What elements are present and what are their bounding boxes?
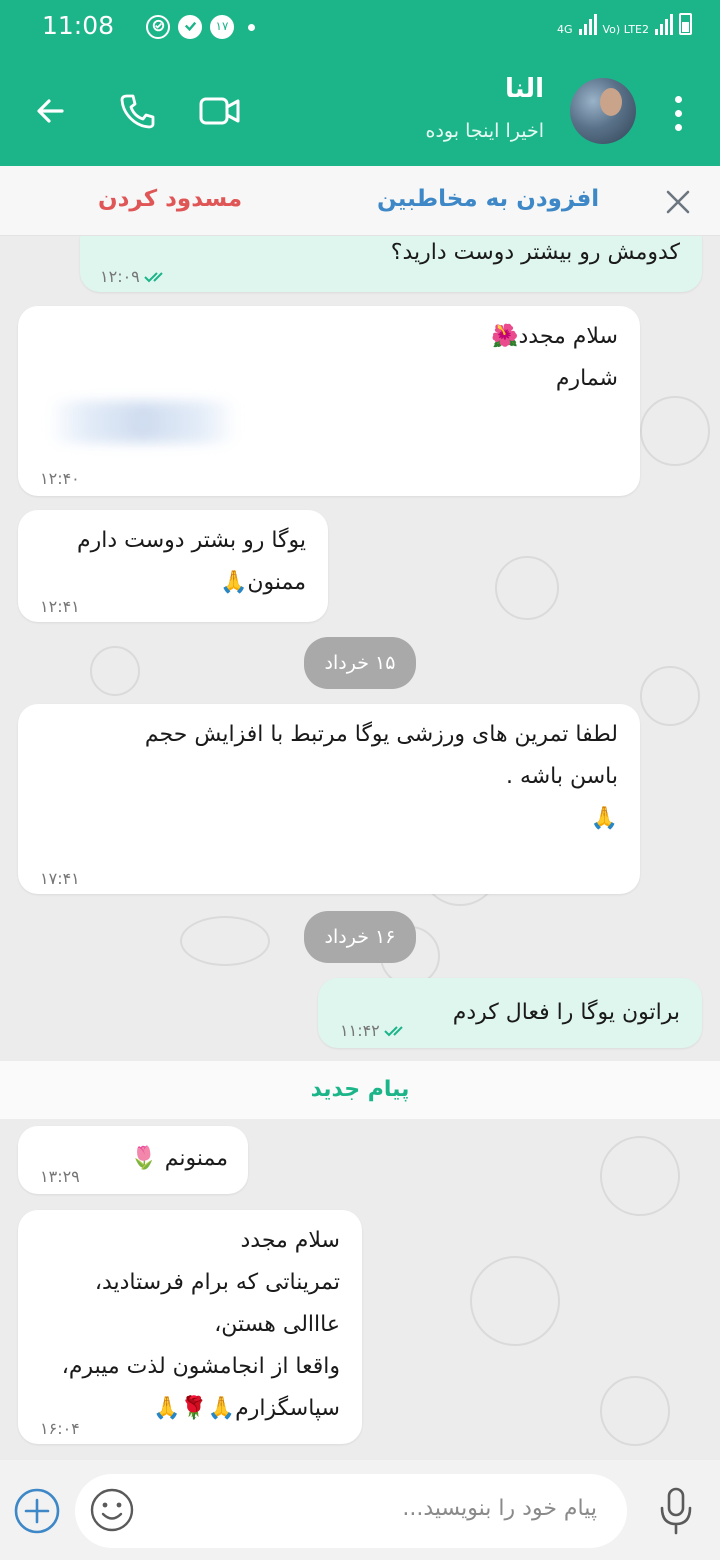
background-doodle-icon — [640, 396, 710, 466]
network-lte2-label: Vo) LTE2 — [602, 23, 649, 36]
emoji-button[interactable] — [89, 1487, 135, 1537]
message-text: ممنونم 🌷 — [130, 1146, 228, 1171]
message-time: ۱۲:۴۱ — [40, 597, 80, 616]
video-camera-icon — [199, 97, 240, 125]
chat-header: النا اخیرا اینجا بوده — [0, 56, 720, 166]
close-icon — [666, 190, 690, 214]
add-to-contacts-button[interactable]: افزودن به مخاطبین — [377, 186, 599, 212]
message-time: ۱۳:۲۹ — [40, 1167, 80, 1186]
message-text: کدومش رو بیشتر دوست دارید؟ — [390, 240, 680, 265]
message-time: ۱۲:۰۹ — [100, 267, 140, 286]
signal-bars-icon — [578, 13, 597, 35]
message-text: براتون یوگا را فعال کردم — [452, 1000, 680, 1025]
message-bubble-incoming[interactable]: سلام مجدد تمریناتی که برام فرستادید، عاا… — [18, 1210, 362, 1444]
message-meta: ۱۲:۰۹ — [100, 256, 172, 298]
message-bubble-incoming[interactable]: ممنونم 🌷 ۱۳:۲۹ — [18, 1126, 248, 1194]
background-doodle-icon — [600, 1376, 670, 1446]
attach-button[interactable] — [14, 1488, 60, 1538]
date-separator: ۱۵ خرداد — [304, 637, 416, 689]
message-time: ۱۶:۰۴ — [40, 1419, 80, 1438]
plus-circle-icon — [14, 1488, 60, 1534]
message-text: سلام مجدد تمریناتی که برام فرستادید، عاا… — [61, 1228, 340, 1421]
more-options-icon[interactable] — [670, 96, 686, 132]
background-doodle-icon — [470, 1256, 560, 1346]
video-call-button[interactable] — [195, 86, 245, 136]
dismiss-button[interactable] — [664, 188, 692, 220]
contact-last-seen: اخیرا اینجا بوده — [425, 120, 544, 142]
status-time: 11:08 — [42, 11, 115, 40]
background-doodle-icon — [90, 646, 140, 696]
message-time: ۱۷:۴۱ — [40, 869, 80, 888]
message-input[interactable]: پیام خود را بنویسید... — [402, 1496, 597, 1521]
message-time: ۱۲:۴۰ — [40, 469, 80, 488]
double-check-icon — [384, 1026, 403, 1037]
background-doodle-icon — [600, 1136, 680, 1216]
battery-icon — [679, 13, 692, 35]
message-composer: پیام خود را بنویسید... — [0, 1460, 720, 1560]
new-messages-divider: پیام جدید — [0, 1061, 720, 1119]
status-icons: ۱۷ — [146, 15, 255, 39]
background-doodle-icon — [495, 556, 559, 620]
shield-check-icon — [178, 15, 202, 39]
message-time: ۱۱:۴۲ — [340, 1021, 380, 1040]
date-separator: ۱۶ خرداد — [304, 911, 416, 963]
message-meta: ۱۱:۴۲ — [340, 1010, 412, 1052]
message-bubble-incoming[interactable]: لطفا تمرین های ورزشی یوگا مرتبط با افزای… — [18, 704, 640, 894]
message-text: لطفا تمرین های ورزشی یوگا مرتبط با افزای… — [144, 722, 618, 831]
voice-record-button[interactable] — [656, 1486, 696, 1540]
back-arrow-icon — [37, 99, 64, 123]
emoji-smile-icon — [90, 1488, 134, 1532]
status-dot-icon — [248, 23, 255, 31]
unknown-contact-actions: مسدود کردن افزودن به مخاطبین — [0, 166, 720, 236]
message-list[interactable]: کدومش رو بیشتر دوست دارید؟ ۱۲:۰۹ سلام مج… — [0, 236, 720, 1460]
notification-count-badge: ۱۷ — [210, 15, 234, 39]
signal-bars-2-icon — [655, 13, 673, 35]
status-right-icons: 4G Vo) LTE2 — [557, 13, 692, 35]
status-bar: 11:08 ۱۷ 4G Vo) LTE2 — [0, 0, 720, 56]
contact-name[interactable]: النا — [505, 74, 544, 104]
message-text: یوگا رو بشتر دوست دارم ممنون🙏 — [76, 528, 306, 595]
message-bubble-incoming[interactable]: یوگا رو بشتر دوست دارم ممنون🙏 ۱۲:۴۱ — [18, 510, 328, 622]
background-doodle-icon — [180, 916, 270, 966]
phone-icon — [120, 94, 155, 129]
microphone-icon — [660, 1487, 692, 1535]
network-4g-label: 4G — [556, 23, 573, 36]
message-bubble-outgoing[interactable]: کدومش رو بیشتر دوست دارید؟ ۱۲:۰۹ — [80, 236, 702, 292]
message-input-container[interactable]: پیام خود را بنویسید... — [75, 1474, 627, 1548]
message-bubble-incoming[interactable]: سلام مجدد🌺 شمارم ۱۲:۴۰ — [18, 306, 640, 496]
message-text: سلام مجدد🌺 شمارم — [491, 324, 618, 391]
background-doodle-icon — [640, 666, 700, 726]
message-bubble-outgoing[interactable]: براتون یوگا را فعال کردم ۱۱:۴۲ — [318, 978, 702, 1048]
double-check-icon — [144, 272, 163, 283]
back-button[interactable] — [25, 86, 75, 136]
redacted-phone-number — [48, 401, 238, 443]
block-contact-button[interactable]: مسدود کردن — [98, 186, 242, 212]
contact-avatar[interactable] — [570, 78, 636, 144]
voice-call-button[interactable] — [112, 86, 162, 136]
chat-notification-icon — [146, 15, 170, 39]
